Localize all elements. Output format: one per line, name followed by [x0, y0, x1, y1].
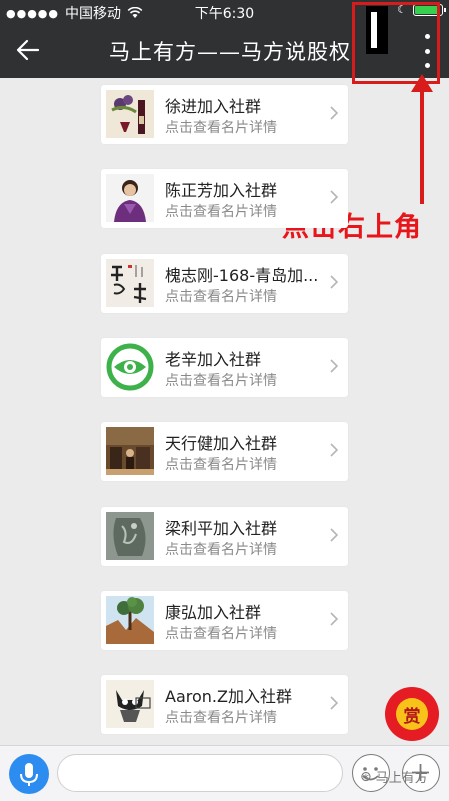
- member-subtitle: 点击查看名片详情: [165, 457, 277, 473]
- member-card[interactable]: 槐志刚-168-青岛加... 点击查看名片详情: [101, 254, 348, 313]
- microphone-icon: [20, 763, 38, 786]
- member-subtitle: 点击查看名片详情: [165, 626, 277, 642]
- arrow-line: [420, 84, 424, 204]
- chevron-right-icon: [330, 612, 338, 626]
- member-name: 天行健加入社群: [165, 434, 278, 453]
- page-title: 马上有方——马方说股权: [109, 40, 351, 64]
- chevron-right-icon: [330, 696, 338, 710]
- chevron-right-icon: [330, 359, 338, 373]
- member-name: Aaron.Z加入社群: [165, 687, 292, 706]
- cartoon-cat-avatar: [106, 680, 154, 728]
- member-card[interactable]: 老辛加入社群 点击查看名片详情: [101, 338, 348, 397]
- member-subtitle: 点击查看名片详情: [165, 289, 277, 305]
- tree-landscape-avatar: [106, 596, 154, 644]
- watermark-logo-icon: ⊛: [360, 768, 372, 785]
- room-photo-avatar: [106, 427, 154, 475]
- member-name: 梁利平加入社群: [165, 519, 278, 538]
- person-portrait-avatar: [106, 174, 154, 222]
- member-subtitle: 点击查看名片详情: [165, 373, 277, 389]
- watermark: ⊛ 马上有方: [360, 767, 428, 787]
- member-subtitle: 点击查看名片详情: [165, 120, 277, 136]
- chevron-right-icon: [330, 106, 338, 120]
- stone-art-avatar: [106, 512, 154, 560]
- green-eye-logo-avatar: [106, 343, 154, 391]
- member-card[interactable]: 陈正芳加入社群 点击查看名片详情: [101, 169, 348, 228]
- highlight-box: [352, 2, 440, 84]
- reward-button[interactable]: 赏: [385, 687, 439, 741]
- member-name: 陈正芳加入社群: [165, 181, 278, 200]
- member-name: 槐志刚-168-青岛加...: [165, 266, 319, 285]
- member-subtitle: 点击查看名片详情: [165, 710, 277, 726]
- wine-photo-avatar: [106, 90, 154, 138]
- member-card[interactable]: 梁利平加入社群 点击查看名片详情: [101, 507, 348, 566]
- member-name: 徐进加入社群: [165, 97, 262, 116]
- chevron-right-icon: [330, 190, 338, 204]
- chevron-right-icon: [330, 443, 338, 457]
- message-input[interactable]: [57, 754, 343, 792]
- member-card[interactable]: 天行健加入社群 点击查看名片详情: [101, 422, 348, 481]
- reward-label: 赏: [396, 698, 428, 730]
- member-name: 老辛加入社群: [165, 350, 262, 369]
- back-arrow-icon[interactable]: [14, 36, 42, 64]
- member-card[interactable]: Aaron.Z加入社群 点击查看名片详情: [101, 675, 348, 734]
- member-subtitle: 点击查看名片详情: [165, 542, 277, 558]
- chevron-right-icon: [330, 275, 338, 289]
- watermark-text: 马上有方: [375, 771, 428, 786]
- voice-input-button[interactable]: [9, 754, 49, 794]
- member-name: 康弘加入社群: [165, 603, 262, 622]
- member-card[interactable]: 康弘加入社群 点击查看名片详情: [101, 591, 348, 650]
- calligraphy-avatar: [106, 259, 154, 307]
- chevron-right-icon: [330, 528, 338, 542]
- member-card[interactable]: 徐进加入社群 点击查看名片详情: [101, 85, 348, 144]
- member-subtitle: 点击查看名片详情: [165, 204, 277, 220]
